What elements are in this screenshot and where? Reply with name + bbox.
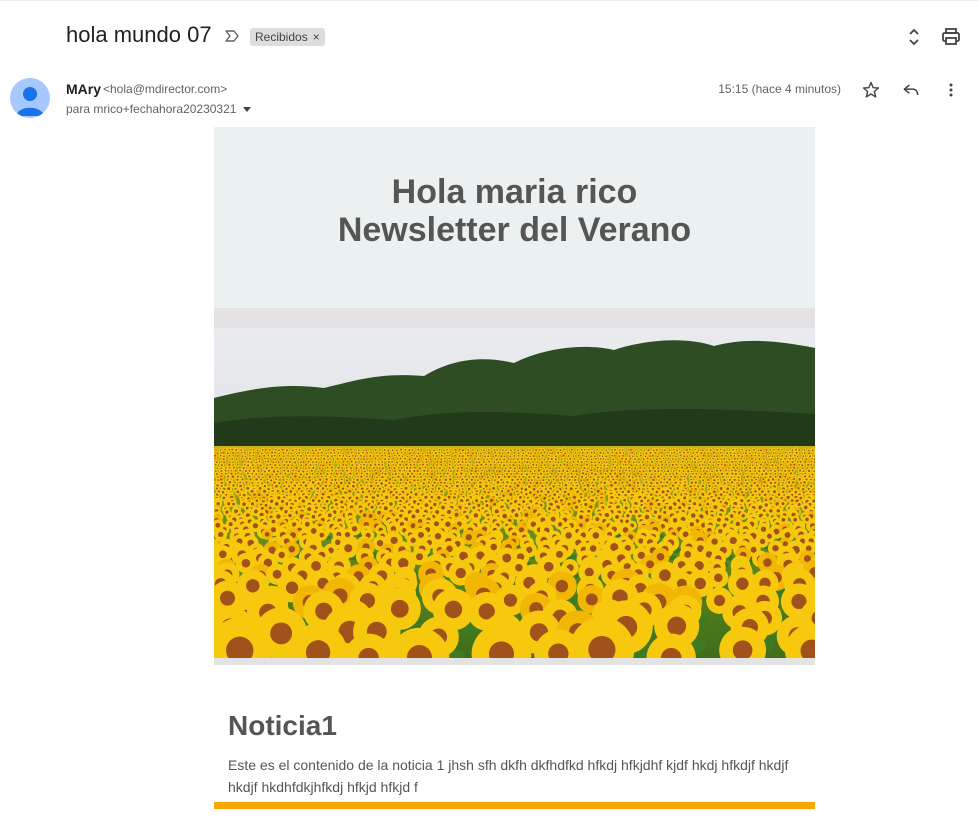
article-accent-rule: [214, 802, 815, 809]
reply-icon[interactable]: [901, 80, 921, 100]
print-icon[interactable]: [939, 25, 963, 49]
label-chip-inbox: Recibidos ×: [250, 28, 325, 46]
message-timestamp: 15:15 (hace 4 minutos): [718, 82, 841, 96]
remove-label-button[interactable]: ×: [313, 28, 320, 46]
article-title: Noticia1: [228, 710, 337, 741]
newsletter-content: Hola maria rico Newsletter del Verano No…: [214, 127, 815, 809]
expand-collapse-icon[interactable]: [902, 25, 926, 49]
importance-marker-icon[interactable]: [224, 28, 240, 44]
person-icon: [16, 87, 44, 116]
newsletter-headline: Newsletter del Verano: [337, 211, 692, 249]
article-body: Este es el contenido de la noticia 1 jhs…: [228, 757, 789, 795]
sender-name[interactable]: MAry: [66, 81, 101, 97]
top-divider: [0, 0, 979, 1]
newsletter-greeting: Hola maria rico: [391, 173, 638, 211]
sunflower-field-illustration: [214, 328, 815, 658]
star-icon[interactable]: [861, 80, 881, 100]
caret-down-icon[interactable]: [240, 102, 254, 116]
label-chip-text: Recibidos: [255, 30, 308, 44]
more-vertical-icon[interactable]: [941, 80, 961, 100]
email-subject: hola mundo 07: [66, 22, 212, 47]
header-separator-band: [214, 308, 815, 328]
recipient-details[interactable]: para mrico+fechahora20230321: [66, 102, 254, 116]
image-separator-band: [214, 658, 815, 665]
recipient-text: para mrico+fechahora20230321: [66, 102, 237, 116]
avatar[interactable]: [10, 78, 50, 118]
newsletter-header: Hola maria rico Newsletter del Verano: [214, 127, 815, 308]
sunflower-field-image: [214, 328, 815, 658]
sender-email: <hola@mdirector.com>: [103, 82, 228, 96]
